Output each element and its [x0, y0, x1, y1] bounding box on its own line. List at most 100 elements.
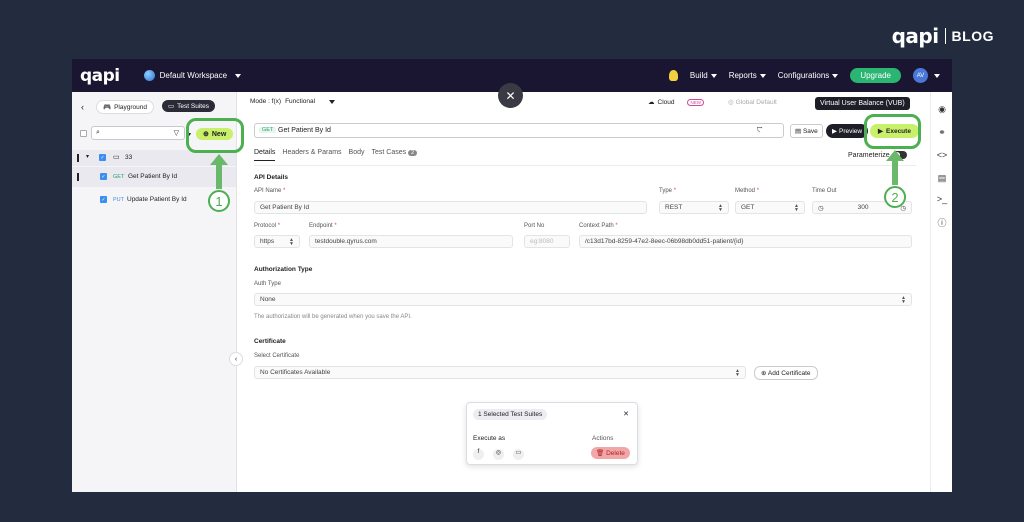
timeout-field-label: Time Out [812, 188, 837, 194]
app-logo[interactable]: qapi [80, 66, 120, 86]
item-checkbox[interactable]: ✓ [100, 173, 107, 180]
global-default-selector[interactable]: ◎ Global Default [728, 98, 777, 107]
method-select[interactable]: GET ▲ ▼ [735, 201, 805, 214]
row-indicator [77, 154, 79, 162]
save-button[interactable]: ▤ Save [790, 124, 823, 138]
add-certificate-button[interactable]: ⊕ Add Certificate [754, 366, 818, 380]
popup-title: 1 Selected Test Suites [473, 409, 548, 420]
upgrade-button[interactable]: Upgrade [850, 68, 901, 83]
type-field-label: Type * [659, 188, 677, 194]
workspace-selector[interactable]: Default Workspace [143, 70, 242, 81]
tab-playground[interactable]: 🎮 Playground [96, 100, 154, 114]
nav-reports-label: Reports [728, 71, 757, 80]
filter-icon[interactable]: ▽ [174, 129, 179, 137]
item-label: Get Patient By Id [128, 173, 178, 180]
folder-checkbox[interactable]: ✓ [99, 154, 106, 161]
api-name-bar[interactable]: GET Get Patient By Id ⛉ [254, 123, 784, 138]
preview-label: Preview [839, 127, 863, 135]
vub-tooltip: Virtual User Balance (VUB) [815, 97, 910, 110]
tab-details[interactable]: Details [254, 149, 276, 161]
type-select[interactable]: REST ▲ ▼ [659, 201, 729, 214]
link-icon[interactable]: ⚭ [936, 127, 948, 139]
updown-icon: ▲ ▼ [794, 202, 799, 213]
tab-headers-params[interactable]: Headers & Params [282, 149, 341, 161]
terminal-icon[interactable]: >_ [936, 194, 948, 206]
tab-test-cases[interactable]: Test Cases 2 [372, 149, 418, 161]
api-name-input[interactable]: Get Patient By Id [254, 201, 647, 214]
brand-divider [944, 28, 946, 44]
certificate-select[interactable]: No Certificates Available ▲ ▼ [254, 366, 746, 379]
avatar: AV [913, 68, 928, 83]
list-item[interactable]: ✓ GET Get Patient By Id [72, 167, 236, 187]
port-field-label: Port No [524, 223, 545, 229]
section-api-details: API Details [254, 174, 288, 181]
preview-icon: ▶ [832, 128, 837, 135]
document-icon[interactable]: ▤ [936, 173, 948, 185]
function-icon[interactable]: f [473, 449, 484, 460]
endpoint-input[interactable]: testdouble.qyrus.com [309, 235, 513, 248]
api-name-field-label: API Name * [254, 188, 286, 194]
field-value: testdouble.qyrus.com [315, 238, 377, 245]
nav-configurations[interactable]: Configurations [778, 71, 839, 80]
method-badge: GET [259, 127, 277, 133]
back-arrow-icon[interactable]: ‹ [81, 102, 84, 112]
tab-test-suites[interactable]: ▭ Test Suites [162, 100, 215, 112]
row-indicator [77, 173, 79, 181]
field-value: None [260, 296, 276, 303]
nav-reports[interactable]: Reports [729, 71, 766, 80]
search-input[interactable]: ⌕ ▽ [91, 126, 185, 140]
updown-icon: ▲ ▼ [289, 236, 294, 247]
divider [254, 165, 916, 166]
label-text: Method [735, 188, 756, 194]
info-icon[interactable]: ⓘ [936, 216, 948, 228]
field-value: No Certificates Available [260, 369, 331, 376]
chevron-down-icon [934, 73, 940, 78]
close-overlay-button[interactable]: ✕ [498, 83, 523, 108]
browser-icon[interactable]: ▭ [513, 449, 524, 460]
chevron-down-icon[interactable]: ▾ [86, 153, 89, 160]
user-menu[interactable]: AV [913, 68, 940, 83]
save-label: Save [802, 128, 818, 135]
search-icon: ⌕ [96, 129, 100, 136]
item-label: Update Patient By Id [127, 196, 187, 203]
cloud-selector[interactable]: ☁ Cloud NEW [648, 98, 704, 106]
selection-popup: 1 Selected Test Suites ✕ Execute as Acti… [466, 402, 638, 465]
performance-icon[interactable]: ◎ [493, 449, 504, 460]
context-path-input[interactable]: /c13d17bd-8259-47e2-8eec-06b98db0dd51-pa… [579, 235, 912, 248]
tab-body[interactable]: Body [349, 149, 365, 161]
port-input[interactable]: eg:8080 [524, 235, 570, 248]
collapse-sidebar-button[interactable]: ‹ [229, 352, 243, 366]
select-all-checkbox[interactable] [80, 130, 87, 137]
chevron-down-icon [759, 73, 766, 78]
delete-button[interactable]: 🗑 Delete [591, 447, 630, 459]
folder-icon: ▭ [113, 154, 120, 161]
nav-configurations-label: Configurations [777, 71, 830, 80]
protocol-select[interactable]: https ▲ ▼ [254, 235, 300, 248]
globe-icon: ◎ [728, 99, 734, 106]
step-number-2: 2 [884, 186, 906, 208]
label-text: API Name [254, 188, 282, 194]
preview-button[interactable]: ▶ Preview [826, 124, 869, 138]
endpoint-field-label: Endpoint * [309, 223, 337, 229]
add-certificate-label: Add Certificate [767, 370, 811, 377]
code-icon[interactable]: <> [936, 150, 948, 162]
close-icon[interactable]: ✕ [623, 410, 629, 418]
globe-icon [143, 70, 155, 81]
lightbulb-icon[interactable] [668, 70, 678, 81]
global-default-label: Global Default [735, 98, 777, 106]
item-checkbox[interactable]: ✓ [100, 196, 107, 203]
method-badge: GET [113, 174, 125, 180]
context-path-field-label: Context Path * [579, 223, 618, 229]
section-authorization: Authorization Type [254, 266, 313, 273]
clock-icon: ◷ [818, 204, 824, 212]
auth-hint: The authorization will be generated when… [254, 314, 412, 320]
chevron-down-icon [832, 73, 839, 78]
section-certificate: Certificate [254, 338, 286, 345]
nav-build[interactable]: Build [690, 71, 717, 80]
nav-build-label: Build [689, 71, 708, 80]
auth-type-select[interactable]: None ▲ ▼ [254, 293, 912, 306]
updown-icon: ▲ ▼ [901, 294, 906, 305]
robot-icon[interactable]: ◉ [936, 104, 948, 116]
mode-selector[interactable]: Mode : f(x) Functional [250, 98, 336, 105]
chevron-down-icon [235, 73, 242, 78]
